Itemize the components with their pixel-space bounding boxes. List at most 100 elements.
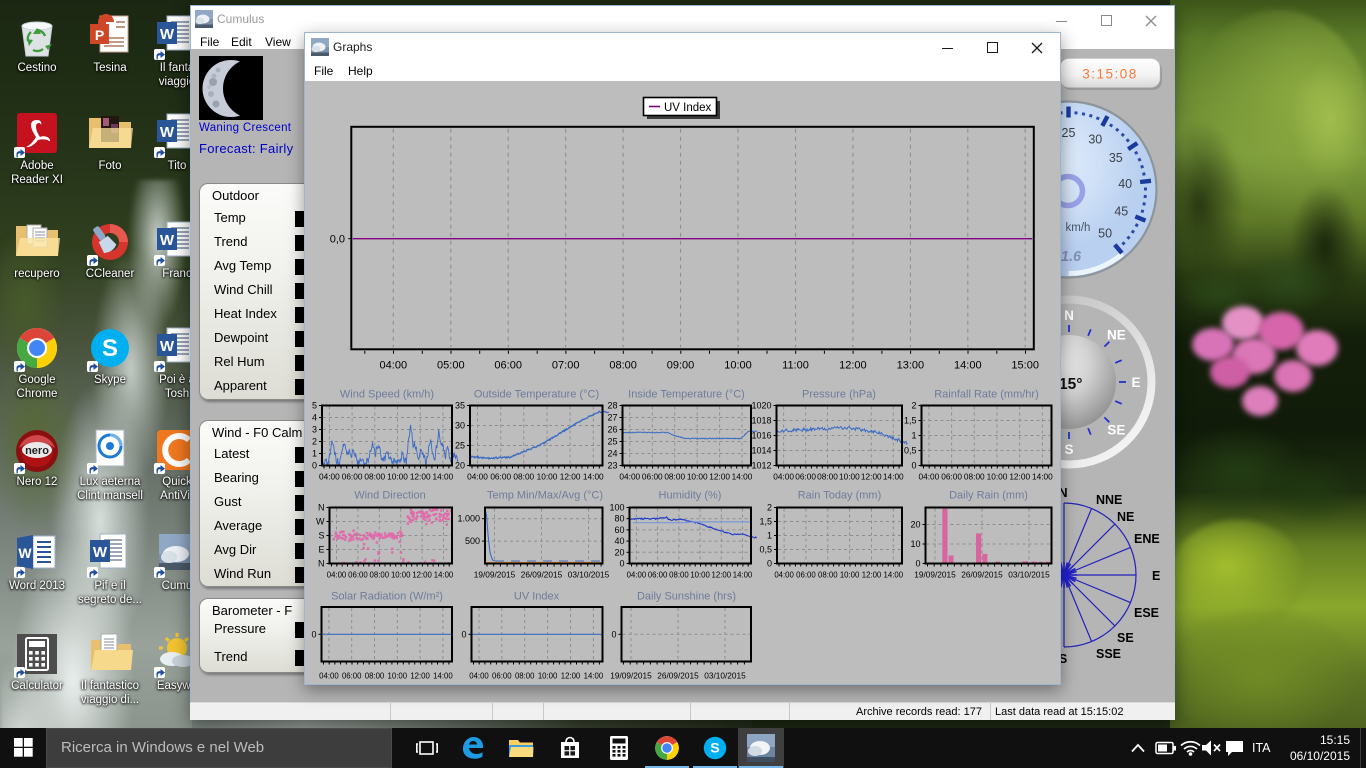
svg-text:12:00: 12:00 [712,570,732,579]
svg-text:14:00: 14:00 [434,570,454,579]
svg-text:12:00: 12:00 [861,471,882,481]
svg-text:1016: 1016 [751,430,771,440]
svg-text:12:00: 12:00 [412,570,432,579]
svg-text:1.6: 1.6 [1061,249,1082,265]
svg-text:5: 5 [312,400,317,410]
svg-text:40: 40 [1118,177,1132,191]
svg-text:06:00: 06:00 [796,570,816,579]
svg-text:06:00: 06:00 [490,471,511,481]
svg-text:10:00: 10:00 [388,671,408,680]
svg-text:Rain Today (mm): Rain Today (mm) [798,489,882,501]
svg-text:SE: SE [1107,422,1125,437]
svg-text:14:00: 14:00 [732,471,753,481]
svg-text:E: E [1131,375,1140,390]
svg-text:100: 100 [609,502,624,512]
svg-text:11:00: 11:00 [782,359,809,371]
svg-text:10:00: 10:00 [687,471,708,481]
svg-text:06:00: 06:00 [648,570,668,579]
svg-text:1: 1 [767,530,772,540]
svg-text:S: S [1064,442,1073,457]
svg-text:500: 500 [465,536,480,546]
svg-text:08:00: 08:00 [513,471,534,481]
svg-text:UV Index: UV Index [514,590,560,602]
svg-text:2: 2 [312,436,317,446]
svg-text:SE: SE [1117,631,1134,645]
svg-text:0: 0 [611,629,616,639]
svg-text:15°: 15° [1059,376,1082,393]
svg-text:0,5: 0,5 [904,445,917,455]
svg-text:S: S [710,741,719,757]
svg-text:30: 30 [1088,133,1102,147]
svg-text:10:00: 10:00 [724,359,752,371]
svg-text:1.000: 1.000 [457,513,480,523]
svg-text:1018: 1018 [751,415,771,425]
svg-text:25: 25 [455,440,465,450]
svg-text:25: 25 [607,436,617,446]
svg-text:06:00: 06:00 [494,359,522,371]
svg-text:0: 0 [312,460,317,470]
svg-text:14:00: 14:00 [884,570,904,579]
svg-text:04:00: 04:00 [469,671,489,680]
svg-text:08:00: 08:00 [364,471,385,481]
svg-text:0: 0 [461,629,466,639]
svg-text:04:00: 04:00 [774,570,794,579]
svg-text:10:00: 10:00 [840,570,860,579]
svg-text:1014: 1014 [751,445,771,455]
svg-text:10:00: 10:00 [987,471,1008,481]
svg-text:3:15:08: 3:15:08 [1082,67,1138,82]
svg-text:03/10/2015: 03/10/2015 [1008,569,1050,579]
svg-text:2: 2 [767,502,772,512]
svg-text:08:00: 08:00 [817,471,838,481]
svg-text:04:00: 04:00 [380,359,408,371]
svg-text:0: 0 [911,460,916,470]
svg-text:04:00: 04:00 [467,471,488,481]
svg-text:10:00: 10:00 [538,671,558,680]
svg-text:08:00: 08:00 [664,471,685,481]
svg-text:12:00: 12:00 [410,471,431,481]
svg-text:20: 20 [614,547,624,557]
svg-text:NNE: NNE [1096,493,1122,507]
svg-text:40: 40 [614,536,624,546]
svg-text:1: 1 [911,430,916,440]
svg-text:09:00: 09:00 [667,359,695,371]
svg-text:Wind Direction: Wind Direction [354,489,426,501]
svg-text:08:00: 08:00 [370,570,390,579]
svg-text:E: E [318,544,324,554]
svg-text:14:00: 14:00 [433,471,454,481]
svg-text:14:00: 14:00 [584,671,604,680]
svg-text:Rainfall Rate (mm/hr): Rainfall Rate (mm/hr) [934,388,1039,400]
svg-text:08:00: 08:00 [964,471,985,481]
svg-text:2: 2 [911,400,916,410]
svg-text:08:00: 08:00 [669,570,689,579]
svg-text:20: 20 [455,460,465,470]
svg-text:NE: NE [1117,510,1134,524]
svg-text:Temp Min/Max/Avg (°C): Temp Min/Max/Avg (°C) [487,489,603,501]
svg-text:W: W [160,26,175,43]
svg-text:04:00: 04:00 [773,471,794,481]
svg-text:25: 25 [1062,126,1076,140]
svg-text:50: 50 [1098,227,1112,241]
svg-text:06:00: 06:00 [941,471,962,481]
svg-text:ESE: ESE [1134,606,1159,620]
svg-text:12:00: 12:00 [709,471,730,481]
svg-text:1020: 1020 [751,400,771,410]
svg-text:35: 35 [1109,151,1123,165]
svg-text:W: W [160,124,175,141]
svg-text:35: 35 [455,400,465,410]
svg-text:13:00: 13:00 [897,359,925,371]
svg-text:06:00: 06:00 [492,671,512,680]
svg-text:27: 27 [607,412,617,422]
svg-text:14:00: 14:00 [433,671,453,680]
svg-text:1,5: 1,5 [904,415,917,425]
svg-text:12:00: 12:00 [839,359,867,371]
svg-text:W: W [316,516,325,526]
svg-text:14:00: 14:00 [954,359,982,371]
svg-text:08:00: 08:00 [515,671,535,680]
svg-text:0,5: 0,5 [759,544,772,554]
svg-text:19/09/2015: 19/09/2015 [914,569,956,579]
svg-text:19/09/2015: 19/09/2015 [610,670,652,680]
svg-text:80: 80 [614,513,624,523]
svg-text:06:00: 06:00 [348,570,368,579]
svg-text:W: W [93,544,108,561]
svg-text:10:00: 10:00 [391,570,411,579]
